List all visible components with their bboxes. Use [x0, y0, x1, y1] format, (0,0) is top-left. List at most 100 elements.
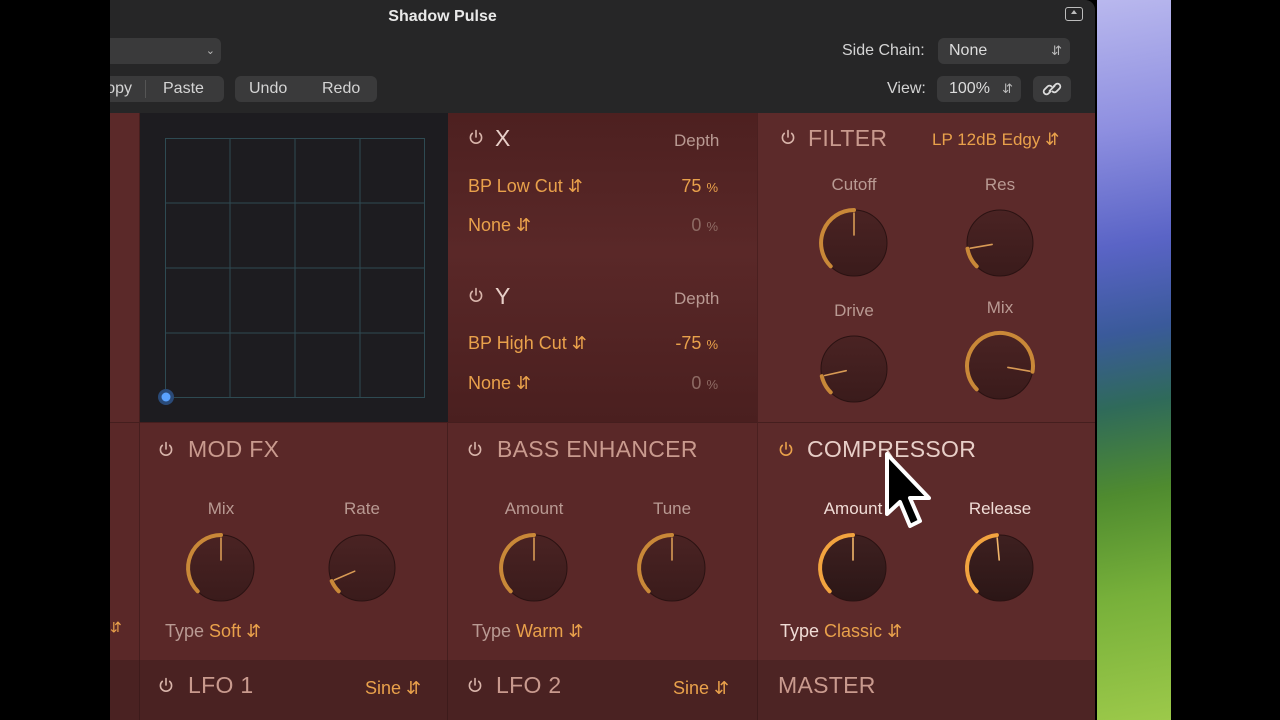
title-bar: Shadow Pulse ⌄ opy Paste Undo Redo Side …: [110, 0, 1095, 113]
x-target-2-select[interactable]: None ⇵: [468, 215, 531, 236]
modfx-mix-knob[interactable]: [181, 528, 261, 608]
modfx-type-value: Soft: [209, 621, 242, 641]
xy-modulation-section: X Depth BP Low Cut ⇵ 75 % None ⇵ 0 % Y D…: [448, 113, 757, 422]
y-target-1-value: BP High Cut: [468, 333, 567, 353]
comp-release-label: Release: [968, 499, 1032, 518]
modfx-rate-label: Rate: [344, 499, 380, 518]
redo-button[interactable]: Redo: [322, 76, 360, 102]
comp-type-select[interactable]: Type Classic ⇵: [780, 621, 902, 642]
fullscreen-icon[interactable]: [1065, 7, 1083, 21]
modfx-section: MOD FX Mix Rate Type Soft ⇵: [140, 422, 448, 660]
x-depth-label: Depth: [674, 131, 720, 150]
res-label: Res: [984, 175, 1016, 194]
bass-type-value: Warm: [516, 621, 564, 641]
left-column: [110, 660, 140, 720]
undo-button[interactable]: Undo: [249, 76, 287, 102]
bass-type-label: Type: [472, 621, 512, 641]
updown-icon: ⇵: [246, 621, 262, 641]
updown-icon: ⇵: [1051, 43, 1062, 58]
x-depth-1-value: 75: [681, 176, 702, 196]
y-power-icon[interactable]: [468, 287, 484, 303]
lfo1-wave-select[interactable]: Sine ⇵: [365, 678, 421, 699]
drive-knob[interactable]: [814, 329, 894, 409]
master-title: MASTER: [778, 672, 876, 698]
modfx-rate-knob[interactable]: [322, 528, 402, 608]
percent-unit: %: [706, 377, 718, 392]
updown-icon[interactable]: ⇵: [110, 619, 122, 636]
bass-amount-knob[interactable]: [494, 528, 574, 608]
updown-icon: ⇵: [571, 333, 587, 353]
compressor-power-icon[interactable]: [778, 441, 794, 457]
y-target-1-select[interactable]: BP High Cut ⇵: [468, 333, 587, 354]
x-depth-2[interactable]: 0 %: [658, 215, 718, 236]
plugin-panel: ⇵ X Depth BP Low Cut ⇵ 75 % None ⇵ 0 % Y…: [110, 113, 1095, 720]
chevron-down-icon: ⌄: [205, 45, 215, 57]
updown-icon: ⇵: [516, 373, 532, 393]
x-depth-2-value: 0: [691, 215, 702, 235]
bass-enhancer-section: BASS ENHANCER Amount Tune Type Warm ⇵: [448, 422, 757, 660]
x-target-2-value: None: [468, 215, 512, 235]
plugin-window: Shadow Pulse ⌄ opy Paste Undo Redo Side …: [110, 0, 1095, 720]
modfx-mix-label: Mix: [207, 499, 235, 518]
lfo2-wave-select[interactable]: Sine ⇵: [673, 678, 729, 699]
comp-amount-knob[interactable]: [813, 528, 893, 608]
lfo2-power-icon[interactable]: [467, 677, 483, 693]
updown-icon: ⇵: [887, 621, 903, 641]
x-axis-label: X: [495, 125, 511, 151]
y-depth-2-value: 0: [691, 373, 702, 393]
preset-menu[interactable]: ⌄: [110, 38, 221, 64]
lfo1-section: LFO 1 Sine ⇵: [140, 660, 448, 720]
modfx-power-icon[interactable]: [158, 441, 174, 457]
comp-type-value: Classic: [824, 621, 883, 641]
view-zoom-select[interactable]: 100% ⇵: [937, 76, 1021, 102]
screen-border: [1171, 0, 1280, 720]
filter-power-icon[interactable]: [780, 129, 796, 145]
copy-button[interactable]: opy: [110, 76, 132, 102]
paste-button[interactable]: Paste: [163, 76, 204, 102]
filter-mode-select[interactable]: LP 12dB Edgy ⇵: [932, 130, 1059, 150]
res-knob[interactable]: [960, 203, 1040, 283]
view-value: 100%: [949, 80, 990, 97]
bass-power-icon[interactable]: [467, 441, 483, 457]
updown-icon: ⇵: [568, 621, 584, 641]
filter-section: FILTER LP 12dB Edgy ⇵ Cutoff Res Drive M…: [757, 113, 1095, 422]
window-title: Shadow Pulse: [388, 8, 497, 25]
xy-pad[interactable]: [140, 113, 448, 422]
modfx-type-select[interactable]: Type Soft ⇵: [165, 621, 261, 642]
bass-tune-knob[interactable]: [632, 528, 712, 608]
master-section: MASTER: [757, 660, 1095, 720]
modfx-title: MOD FX: [188, 436, 280, 462]
y-target-2-value: None: [468, 373, 512, 393]
percent-unit: %: [706, 219, 718, 234]
link-icon[interactable]: [1033, 76, 1071, 102]
y-depth-label: Depth: [674, 289, 720, 308]
lfo2-section: LFO 2 Sine ⇵: [448, 660, 757, 720]
updown-icon: ⇵: [714, 678, 730, 698]
y-axis-label: Y: [495, 283, 511, 309]
cutoff-knob[interactable]: [814, 203, 894, 283]
x-power-icon[interactable]: [468, 129, 484, 145]
x-target-1-select[interactable]: BP Low Cut ⇵: [468, 176, 583, 197]
x-target-1-value: BP Low Cut: [468, 176, 563, 196]
filter-mix-knob[interactable]: [960, 326, 1040, 406]
sidechain-select[interactable]: None ⇵: [938, 38, 1070, 64]
lfo2-title: LFO 2: [496, 672, 562, 698]
x-depth-1[interactable]: 75 %: [658, 176, 718, 197]
y-depth-1[interactable]: -75 %: [658, 333, 718, 354]
filter-title: FILTER: [808, 125, 888, 151]
left-column: [110, 113, 140, 422]
updown-icon: ⇵: [516, 215, 532, 235]
y-depth-2[interactable]: 0 %: [658, 373, 718, 394]
bass-type-select[interactable]: Type Warm ⇵: [472, 621, 583, 642]
percent-unit: %: [706, 180, 718, 195]
y-target-2-select[interactable]: None ⇵: [468, 373, 531, 394]
comp-release-knob[interactable]: [960, 528, 1040, 608]
sidechain-label: Side Chain:: [842, 42, 925, 59]
lfo1-power-icon[interactable]: [158, 677, 174, 693]
mouse-pointer-icon: [885, 452, 931, 528]
filter-mode-value: LP 12dB Edgy: [932, 130, 1041, 149]
filter-mix-label: Mix: [986, 298, 1014, 317]
drive-label: Drive: [834, 301, 874, 320]
percent-unit: %: [706, 337, 718, 352]
y-depth-1-value: -75: [675, 333, 702, 353]
